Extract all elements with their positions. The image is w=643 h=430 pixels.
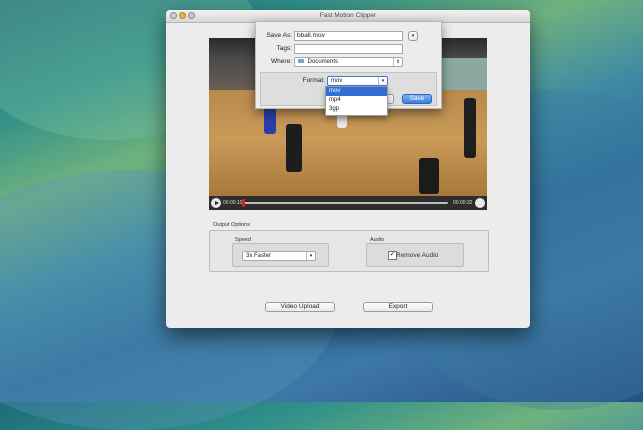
tags-field[interactable]: [294, 44, 403, 54]
checkmark-icon: ✓: [389, 251, 396, 258]
format-select-value: mov: [331, 78, 343, 84]
where-select-value: Documents: [307, 59, 339, 65]
seek-handle[interactable]: [242, 199, 245, 207]
chevron-down-icon: ▾: [306, 252, 315, 260]
where-label: Where:: [271, 58, 292, 65]
format-option[interactable]: 3gp: [326, 105, 387, 114]
save-as-field[interactable]: bball.mov: [294, 31, 403, 41]
save-as-label: Save As:: [266, 32, 292, 39]
chevron-up-down-icon: ⇕: [393, 58, 402, 66]
video-controls: 00:00:10 00:00:32: [209, 196, 487, 210]
chevron-down-icon: ▾: [378, 77, 387, 85]
video-upload-button[interactable]: Video Upload: [265, 302, 335, 312]
format-option[interactable]: mp4: [326, 96, 387, 105]
current-time: 00:00:10: [223, 200, 243, 206]
format-label: Format:: [302, 77, 325, 84]
folder-icon: [298, 59, 304, 63]
remove-audio-label[interactable]: Remove Audio: [396, 252, 438, 259]
video-player-figure: [464, 98, 476, 158]
format-option[interactable]: mov: [326, 87, 387, 96]
total-time: 00:00:32: [453, 200, 473, 206]
play-icon[interactable]: [211, 198, 221, 208]
format-select[interactable]: mov ▾: [327, 76, 388, 86]
speed-select[interactable]: 3x Faster ▾: [242, 251, 316, 261]
format-menu: mov mp4 3gp: [325, 86, 388, 116]
window-title: Fast Motion Clipper: [319, 12, 377, 19]
tags-label: Tags:: [276, 45, 292, 52]
chevron-down-icon: ▾: [411, 33, 415, 39]
seek-bar[interactable]: [243, 202, 448, 204]
where-select[interactable]: Documents ⇕: [294, 57, 403, 67]
video-player-figure: [419, 158, 439, 194]
expand-button[interactable]: ▾: [408, 31, 418, 41]
video-player-figure: [286, 124, 302, 172]
output-options-label: Output Options: [213, 222, 250, 228]
volume-icon[interactable]: [475, 198, 485, 208]
speed-select-value: 3x Faster: [246, 253, 272, 259]
export-button[interactable]: Export: [363, 302, 433, 312]
save-button[interactable]: Save: [402, 94, 432, 104]
